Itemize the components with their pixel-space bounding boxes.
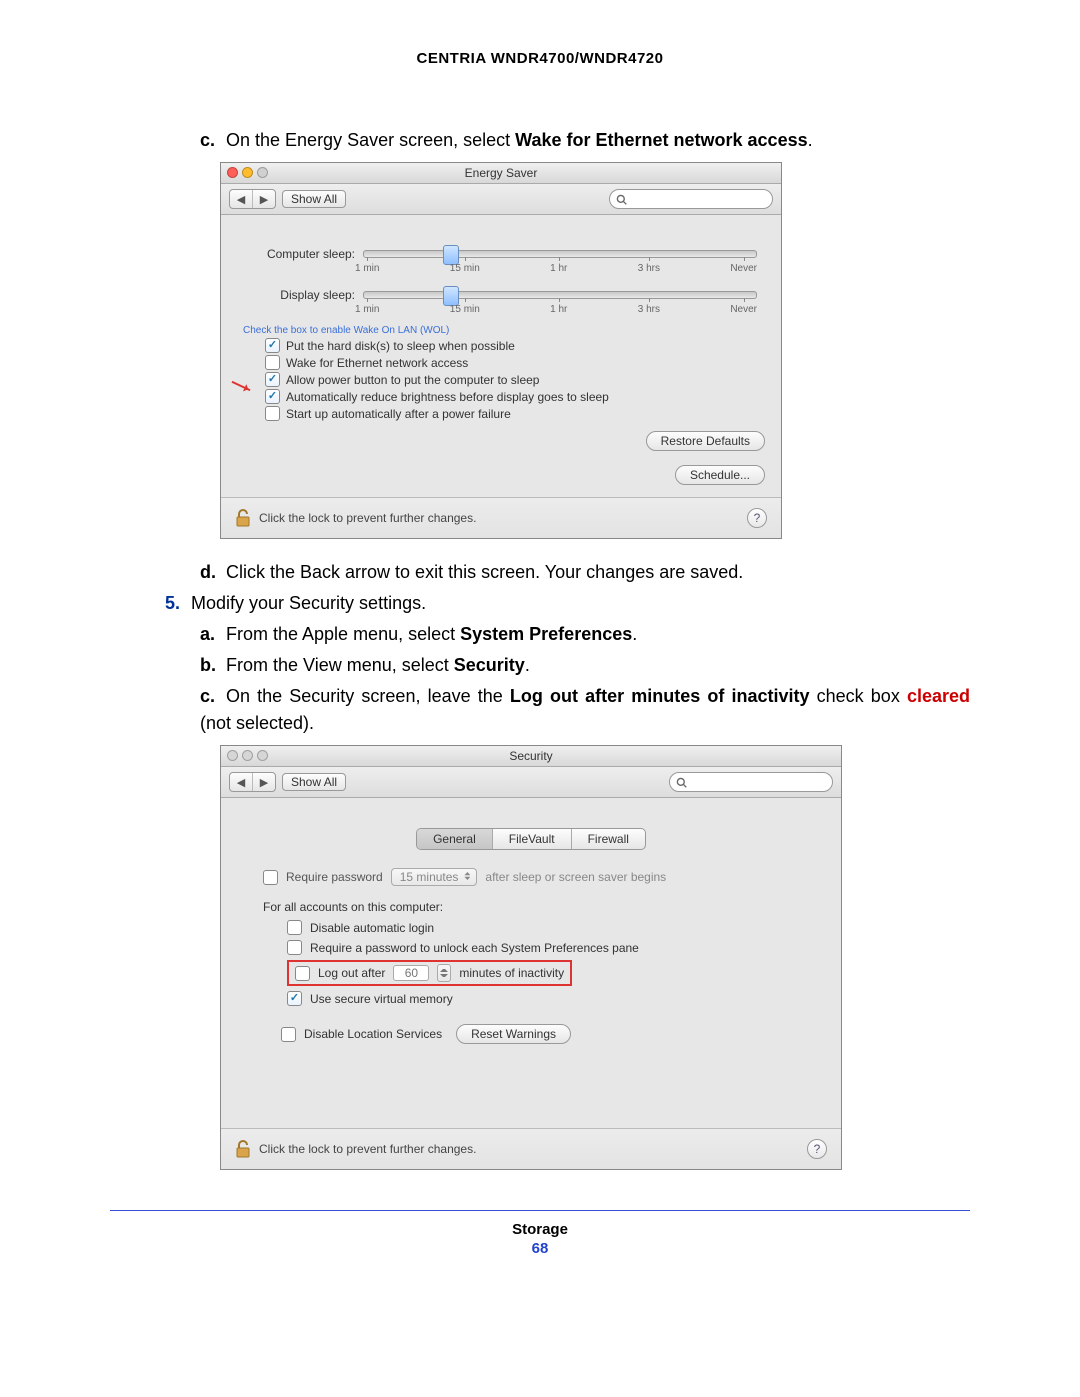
security-titlebar: Security [221, 746, 841, 767]
close-icon[interactable] [227, 750, 238, 761]
step-a: a.From the Apple menu, select System Pre… [200, 621, 970, 648]
tick: 15 min [450, 304, 480, 315]
help-icon[interactable]: ? [807, 1139, 827, 1159]
lock-icon[interactable] [235, 508, 251, 528]
schedule-button[interactable]: Schedule... [675, 465, 765, 485]
opt-secure-vm[interactable]: Use secure virtual memory [287, 991, 825, 1006]
computer-sleep-slider[interactable] [363, 250, 757, 258]
lock-text: Click the lock to prevent further change… [259, 511, 476, 525]
all-accounts-heading: For all accounts on this computer: [263, 900, 825, 914]
traffic-lights [227, 167, 268, 178]
security-body: General FileVault Firewall Require passw… [221, 798, 841, 1128]
logout-highlight-box: Log out after 60 minutes of inactivity [287, 960, 572, 986]
forward-button[interactable]: ▶ [252, 773, 275, 791]
search-icon [676, 777, 687, 788]
step-c2: c.On the Security screen, leave the Log … [200, 683, 970, 737]
tick: 1 min [355, 304, 379, 315]
tick: Never [730, 304, 757, 315]
tick: 3 hrs [638, 263, 660, 274]
tick: 3 hrs [638, 304, 660, 315]
opt-power-button[interactable]: Allow power button to put the computer t… [265, 372, 765, 387]
zoom-icon[interactable] [257, 750, 268, 761]
require-password-after: after sleep or screen saver begins [485, 870, 666, 884]
energy-options: Put the hard disk(s) to sleep when possi… [265, 338, 765, 421]
security-options: Disable automatic login Require a passwo… [287, 920, 825, 1006]
tab-general[interactable]: General [417, 829, 492, 849]
energy-toolbar: ◀ ▶ Show All [221, 184, 781, 215]
energy-saver-window: Energy Saver ◀ ▶ Show All Computer sleep… [220, 162, 782, 539]
opt-wake-ethernet[interactable]: Wake for Ethernet network access [265, 355, 765, 370]
step-5: 5.Modify your Security settings. [165, 590, 970, 617]
require-password-checkbox[interactable] [263, 870, 278, 885]
opt-auto-brightness[interactable]: Automatically reduce brightness before d… [265, 389, 765, 404]
opt-require-password-pane[interactable]: Require a password to unlock each System… [287, 940, 825, 955]
require-password-row: Require password 15 minutes after sleep … [263, 868, 825, 886]
lock-text: Click the lock to prevent further change… [259, 1142, 476, 1156]
opt-hd-sleep[interactable]: Put the hard disk(s) to sleep when possi… [265, 338, 765, 353]
zoom-icon[interactable] [257, 167, 268, 178]
back-button[interactable]: ◀ [230, 190, 252, 208]
nav-segment: ◀ ▶ [229, 189, 276, 209]
footer-section: Storage [110, 1221, 970, 1238]
tab-filevault[interactable]: FileVault [492, 829, 571, 849]
show-all-button[interactable]: Show All [282, 773, 346, 791]
forward-button[interactable]: ▶ [252, 190, 275, 208]
search-icon [616, 194, 627, 205]
opt-disable-location[interactable]: Disable Location Services [281, 1027, 442, 1042]
tick: 15 min [450, 263, 480, 274]
step-c1: c.On the Energy Saver screen, select Wak… [200, 127, 970, 154]
restore-defaults-button[interactable]: Restore Defaults [646, 431, 765, 451]
step-b: b.From the View menu, select Security. [200, 652, 970, 679]
security-window: Security ◀ ▶ Show All General FileVault … [220, 745, 842, 1170]
security-title: Security [509, 749, 552, 763]
minimize-icon[interactable] [242, 167, 253, 178]
step-d: d.Click the Back arrow to exit this scre… [200, 559, 970, 586]
traffic-lights [227, 750, 268, 761]
footer-page-number: 68 [110, 1240, 970, 1257]
energy-title: Energy Saver [465, 166, 538, 180]
security-tabs: General FileVault Firewall [237, 828, 825, 850]
require-password-label: Require password [286, 870, 383, 884]
tick: 1 hr [550, 304, 567, 315]
reset-warnings-button[interactable]: Reset Warnings [456, 1024, 571, 1044]
tick: Never [730, 263, 757, 274]
energy-body: Computer sleep: 1 min 15 min 1 hr 3 hrs … [221, 215, 781, 497]
tick: 1 hr [550, 263, 567, 274]
logout-stepper[interactable] [437, 964, 451, 982]
energy-footer: Click the lock to prevent further change… [221, 497, 781, 538]
show-all-button[interactable]: Show All [282, 190, 346, 208]
opt-logout-inactivity[interactable]: Log out after 60 minutes of inactivity [287, 960, 825, 986]
tab-firewall[interactable]: Firewall [571, 829, 645, 849]
search-input[interactable] [609, 189, 773, 209]
tick: 1 min [355, 263, 379, 274]
display-sleep-slider[interactable] [363, 291, 757, 299]
energy-titlebar: Energy Saver [221, 163, 781, 184]
opt-disable-auto-login[interactable]: Disable automatic login [287, 920, 825, 935]
footer-divider [110, 1210, 970, 1211]
wol-annotation: Check the box to enable Wake On LAN (WOL… [243, 325, 765, 336]
lock-icon[interactable] [235, 1139, 251, 1159]
display-sleep-label: Display sleep: [245, 288, 363, 302]
doc-header: CENTRIA WNDR4700/WNDR4720 [110, 50, 970, 67]
computer-sleep-label: Computer sleep: [245, 247, 363, 261]
security-footer: Click the lock to prevent further change… [221, 1128, 841, 1169]
security-toolbar: ◀ ▶ Show All [221, 767, 841, 798]
annotation-arrow-icon [232, 381, 251, 391]
logout-minutes-input[interactable]: 60 [393, 965, 429, 981]
search-input[interactable] [669, 772, 833, 792]
back-button[interactable]: ◀ [230, 773, 252, 791]
step-c1-pre: On the Energy Saver screen, select [226, 130, 515, 150]
nav-segment: ◀ ▶ [229, 772, 276, 792]
help-icon[interactable]: ? [747, 508, 767, 528]
require-password-select[interactable]: 15 minutes [391, 868, 478, 886]
close-icon[interactable] [227, 167, 238, 178]
minimize-icon[interactable] [242, 750, 253, 761]
step-c1-bold: Wake for Ethernet network access [515, 130, 807, 150]
opt-auto-startup[interactable]: Start up automatically after a power fai… [265, 406, 765, 421]
